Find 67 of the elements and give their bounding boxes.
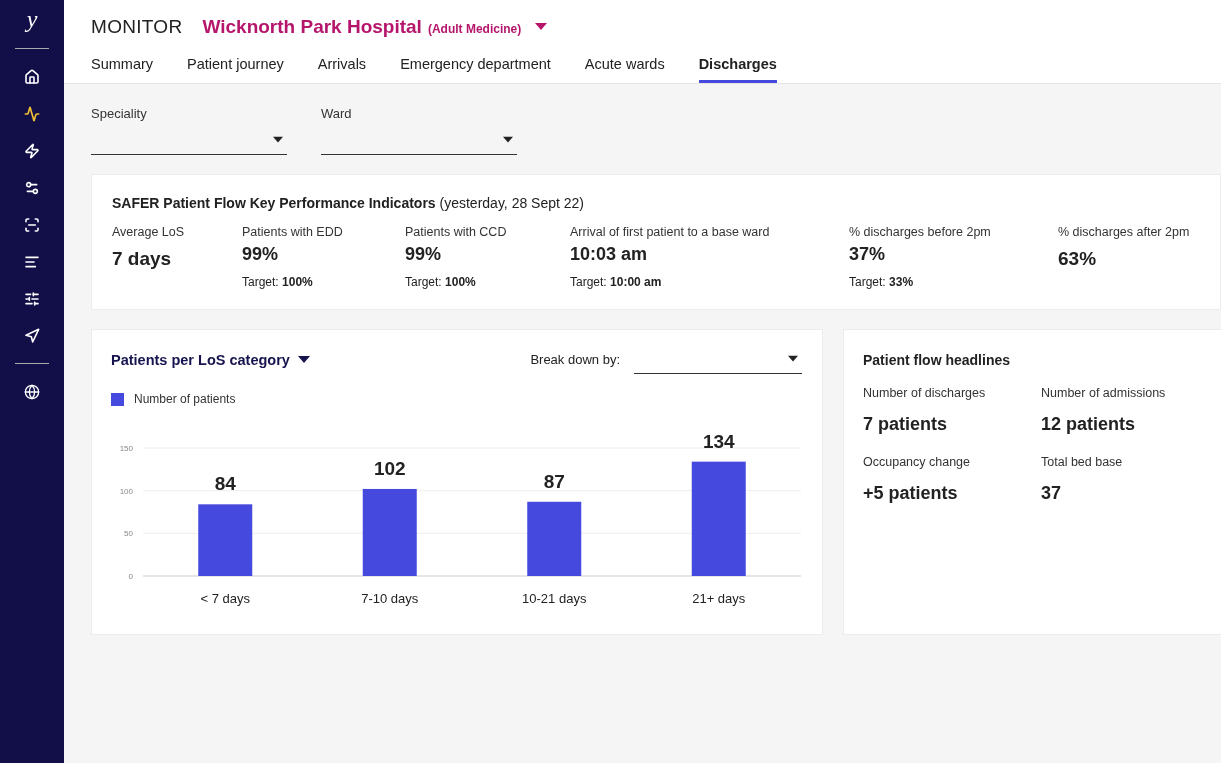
tab[interactable]: Emergency department <box>400 56 551 83</box>
globe-icon <box>24 384 40 400</box>
data-label: 84 <box>214 473 236 495</box>
legend-label: Number of patients <box>134 392 236 406</box>
kpi-target: Target: 100% <box>242 275 314 289</box>
headline-label: Number of discharges <box>863 386 987 400</box>
category-label: 10-21 days <box>522 591 587 606</box>
app-logo: y <box>26 6 38 34</box>
focus-icon <box>24 217 40 233</box>
kpi-value: 99% <box>242 244 280 265</box>
lightning-icon <box>24 143 40 159</box>
axis-tick-label: 100 <box>119 486 133 496</box>
kpi-label: Average LoS <box>112 225 186 239</box>
headline-label: Occupancy change <box>863 455 971 469</box>
headlines-title: Patient flow headlines <box>863 352 1012 368</box>
category-label: < 7 days <box>200 591 250 606</box>
headline-value: 12 patients <box>1041 414 1137 435</box>
category-label: 7-10 days <box>361 591 419 606</box>
chart-bar <box>198 504 253 576</box>
axis-tick-label: 50 <box>124 529 133 539</box>
pulse-icon <box>24 106 40 122</box>
category-label: 21+ days <box>692 591 746 606</box>
sliders-icon <box>24 291 40 307</box>
headline-label: Number of admissions <box>1041 386 1167 400</box>
caret-icon <box>503 135 513 144</box>
kpi-value: 63% <box>1058 248 1098 270</box>
data-label: 102 <box>373 457 406 479</box>
kpi-target: Target: 100% <box>405 275 477 289</box>
kpi-value: 10:03 am <box>570 244 649 265</box>
caret-icon <box>297 356 310 364</box>
kpi-label: Patients with EDD <box>242 225 344 239</box>
home-icon <box>24 69 40 85</box>
kpi-target: Target: 10:00 am <box>570 275 663 289</box>
caret-icon <box>535 23 548 31</box>
kpi-value: 7 days <box>112 248 173 270</box>
kpi-label: % discharges after 2pm <box>1058 225 1191 239</box>
tab[interactable]: Discharges <box>698 56 777 83</box>
headline-value: 37 <box>1041 483 1063 504</box>
tab[interactable]: Arrivals <box>317 56 367 83</box>
axis-tick-label: 150 <box>119 444 133 453</box>
kpi-value: 99% <box>405 244 443 265</box>
kpi-label: Arrival of first patient to a base ward <box>570 225 771 239</box>
axis-tick-label: 0 <box>128 572 133 581</box>
tab[interactable]: Patient journey <box>187 56 284 83</box>
data-label: 87 <box>543 470 565 492</box>
kpi-value: 37% <box>849 244 887 265</box>
navigation-icon <box>24 328 40 344</box>
kpi-label: Patients with CCD <box>405 225 508 239</box>
legend-swatch <box>111 392 124 406</box>
filter-label: Ward <box>321 106 353 121</box>
bars-icon <box>24 254 40 270</box>
caret-icon <box>273 135 283 144</box>
kpi-target: Target: 33% <box>849 275 915 289</box>
tab[interactable]: Summary <box>91 56 154 83</box>
app-name: MONITOR <box>91 16 183 38</box>
kpi-label: % discharges before 2pm <box>849 225 992 239</box>
breakdown-label: Break down by: <box>530 351 620 367</box>
tab[interactable]: Acute wards <box>584 56 665 83</box>
headline-value: 7 patients <box>863 414 949 435</box>
filter-label: Speciality <box>91 106 148 121</box>
caret-icon <box>788 354 798 363</box>
kpi-title: SAFER Patient Flow Key Performance Indicators (yesterday, 28 Sept 22) <box>112 195 585 211</box>
hospital-selector[interactable]: Wicknorth Park Hospital (Adult Medicine) <box>202 16 548 38</box>
headline-label: Total bed base <box>1041 455 1124 469</box>
data-label: 134 <box>702 430 735 452</box>
headline-value: +5 patients <box>863 483 959 504</box>
chart-selector[interactable]: Patients per LoS category <box>111 352 310 368</box>
